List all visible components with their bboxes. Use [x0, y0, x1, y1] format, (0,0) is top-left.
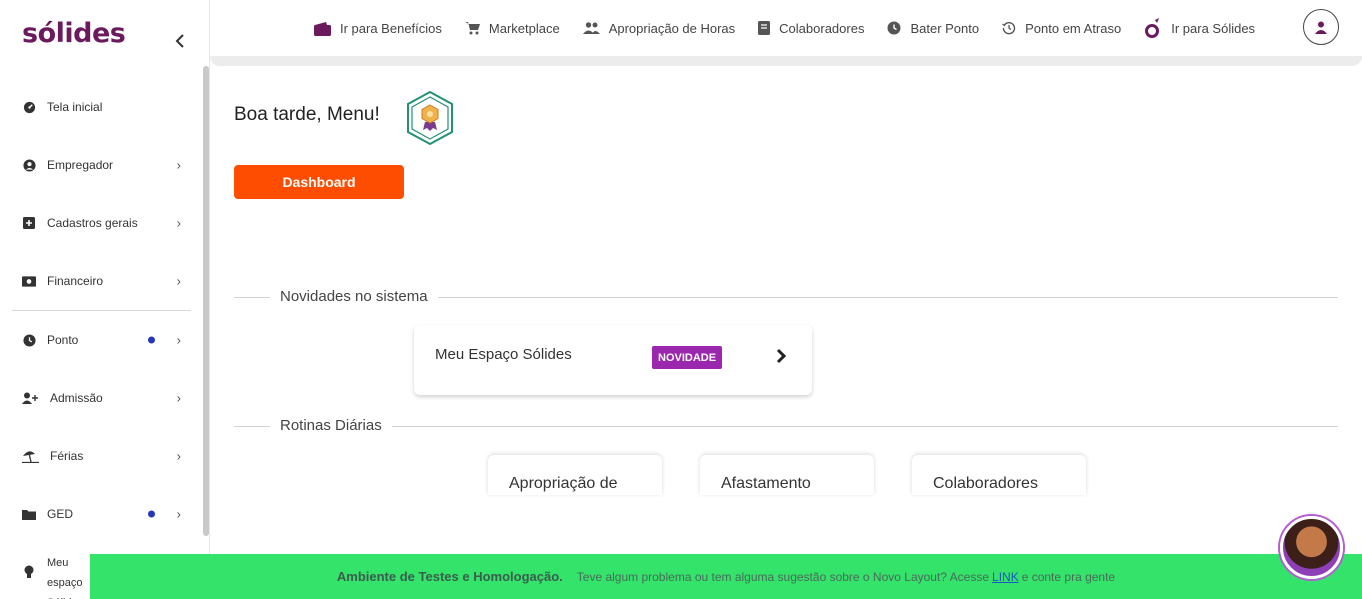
test-environment-banner: Ambiente de Testes e Homologação. Teve a…	[90, 554, 1362, 599]
user-icon	[1315, 21, 1327, 34]
link-apropriacao-horas[interactable]: Apropriação de Horas	[582, 20, 736, 36]
sidebar-item-label: Financeiro	[47, 274, 104, 288]
history-icon	[1002, 21, 1016, 35]
routine-card-label: Apropriação de	[509, 475, 618, 492]
sidebar-item-label: Férias	[50, 449, 84, 463]
chevron-right-icon: ›	[176, 157, 181, 173]
add-user-icon	[22, 391, 39, 405]
sidebar-item-financeiro[interactable]: Financeiro ›	[0, 252, 203, 310]
people-icon	[582, 22, 600, 34]
link-marketplace[interactable]: Marketplace	[464, 20, 560, 36]
sidebar-item-admissao[interactable]: Admissão ›	[0, 369, 203, 427]
top-links: Ir para Benefícios Marketplace Apropriaç…	[314, 0, 1278, 56]
sidebar-item-ged[interactable]: GED ›	[0, 485, 203, 543]
dashboard-icon	[22, 100, 36, 114]
sidebar: sólides Tela inicial Empregador › Cadast…	[0, 0, 210, 599]
solides-logo[interactable]: sólides	[22, 18, 126, 49]
chevron-right-icon: ›	[176, 273, 181, 289]
routine-card-label: Colaboradores	[933, 475, 1038, 492]
routine-card-apropriacao[interactable]: Apropriação de	[488, 455, 662, 495]
link-bater-ponto[interactable]: Bater Ponto	[887, 21, 979, 36]
chevron-right-icon: ›	[176, 215, 181, 231]
link-label: Bater Ponto	[910, 20, 980, 36]
lightbulb-icon	[22, 565, 36, 579]
link-label: Ponto em Atraso	[1025, 20, 1122, 36]
notification-dot	[148, 336, 155, 344]
sidebar-item-label: GED	[47, 507, 74, 521]
plus-square-icon	[22, 216, 36, 230]
link-ir-solides[interactable]: Ir para Sólides	[1144, 17, 1255, 39]
sidebar-item-tela-inicial[interactable]: Tela inicial	[0, 78, 203, 136]
clock-icon	[22, 333, 36, 347]
chat-assistant-avatar[interactable]	[1280, 516, 1343, 579]
sidebar-item-label: Admissão	[50, 391, 103, 405]
routines-section-title: Rotinas Diárias	[270, 417, 392, 434]
chevron-left-icon	[175, 34, 184, 48]
dashboard-button[interactable]: Dashboard	[234, 165, 404, 199]
banner-title: Ambiente de Testes e Homologação.	[336, 569, 563, 584]
umbrella-beach-icon	[22, 449, 39, 463]
sidebar-item-cadastros-gerais[interactable]: Cadastros gerais ›	[0, 194, 203, 252]
chevron-right-icon: ›	[176, 332, 181, 348]
link-label: Colaboradores	[779, 20, 865, 36]
chevron-right-icon: ›	[176, 448, 181, 464]
news-card-title: Meu Espaço Sólides	[435, 346, 572, 363]
sidebar-item-empregador[interactable]: Empregador ›	[0, 136, 203, 194]
link-beneficios[interactable]: Ir para Benefícios	[314, 21, 442, 36]
news-section-title: Novidades no sistema	[270, 288, 438, 305]
sidebar-item-label: Ponto	[47, 333, 79, 347]
wallet-icon	[314, 21, 331, 36]
chevron-right-icon: ›	[176, 506, 181, 522]
sidebar-item-ponto[interactable]: Ponto ›	[0, 311, 203, 369]
link-label: Ir para Sólides	[1171, 20, 1256, 36]
routine-card-afastamento[interactable]: Afastamento	[700, 455, 874, 495]
routine-card-colaboradores[interactable]: Colaboradores	[912, 455, 1086, 495]
banner-text-after: e conte pra gente	[1021, 569, 1116, 584]
link-label: Marketplace	[488, 20, 560, 36]
news-card[interactable]: Meu Espaço Sólides NOVIDADE	[414, 325, 812, 395]
user-circle-icon	[22, 158, 36, 172]
sidebar-scrollbar[interactable]	[203, 66, 209, 536]
sidebar-item-ferias[interactable]: Férias ›	[0, 427, 203, 485]
cart-icon	[464, 21, 480, 35]
section-divider	[234, 426, 1338, 427]
link-label: Apropriação de Horas	[608, 20, 736, 36]
book-icon	[758, 21, 771, 35]
achievement-badge-icon[interactable]	[405, 90, 455, 146]
greeting-text: Boa tarde, Menu!	[234, 104, 380, 125]
news-tag-badge: NOVIDADE	[652, 346, 723, 369]
solides-logo-icon	[1144, 17, 1162, 39]
notification-dot	[148, 510, 155, 518]
topbar: Ir para Benefícios Marketplace Apropriaç…	[210, 0, 1362, 56]
link-label: Ir para Benefícios	[340, 20, 442, 36]
sidebar-item-label: Tela inicial	[47, 100, 103, 114]
chevron-right-icon	[776, 347, 787, 370]
clock-icon	[887, 21, 901, 35]
sidebar-item-label: Cadastros gerais	[47, 216, 138, 230]
chevron-right-icon: ›	[176, 390, 181, 406]
money-icon	[22, 274, 36, 288]
app-root: sólides Tela inicial Empregador › Cadast…	[0, 0, 1362, 599]
routine-card-label: Afastamento	[721, 475, 811, 492]
banner-link[interactable]: LINK	[992, 570, 1019, 584]
banner-text: Teve algum problema ou tem alguma sugest…	[576, 569, 990, 584]
user-menu-button[interactable]	[1303, 9, 1339, 45]
link-colaboradores[interactable]: Colaboradores	[758, 21, 864, 36]
sidebar-item-label: Empregador	[47, 158, 114, 172]
collapse-sidebar-button[interactable]	[170, 30, 190, 52]
sidebar-nav: Tela inicial Empregador › Cadastros gera…	[0, 78, 203, 599]
link-ponto-atraso[interactable]: Ponto em Atraso	[1002, 21, 1121, 36]
topbar-bottom-edge	[210, 56, 1362, 66]
folder-icon	[22, 507, 36, 521]
